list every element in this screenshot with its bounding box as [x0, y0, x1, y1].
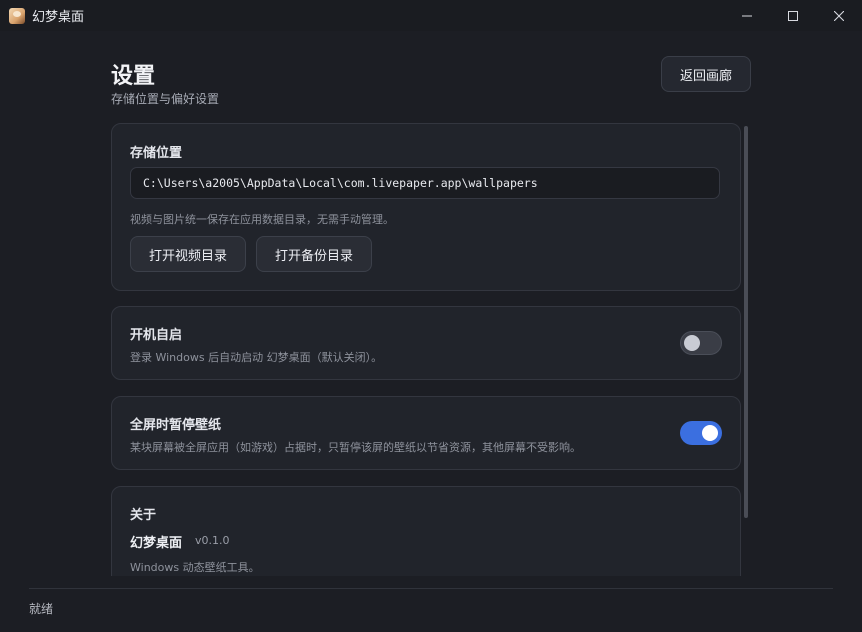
fullscreen-pause-toggle[interactable] [680, 421, 722, 445]
toggle-knob [702, 425, 718, 441]
back-to-gallery-button[interactable]: 返回画廊 [661, 56, 751, 92]
close-icon[interactable] [816, 0, 862, 31]
storage-title: 存储位置 [130, 146, 183, 161]
status-divider [29, 588, 833, 589]
minimize-icon[interactable] [724, 0, 770, 31]
storage-path-field[interactable]: C:\Users\a2005\AppData\Local\com.livepap… [130, 167, 720, 199]
storage-card: 存储位置 C:\Users\a2005\AppData\Local\com.li… [111, 123, 741, 291]
page-subtitle: 存储位置与偏好设置 [111, 92, 220, 106]
status-text: 就绪 [29, 602, 54, 616]
fullscreen-pause-title: 全屏时暂停壁纸 [130, 418, 222, 433]
open-backup-folder-button[interactable]: 打开备份目录 [256, 236, 372, 272]
about-card: 关于 幻梦桌面 v0.1.0 Windows 动态壁纸工具。 [111, 486, 741, 576]
about-desc: Windows 动态壁纸工具。 [130, 561, 260, 574]
fullscreen-pause-card: 全屏时暂停壁纸 某块屏幕被全屏应用（如游戏）占据时，只暂停该屏的壁纸以节省资源，… [111, 396, 741, 470]
settings-scroll-area: 存储位置 C:\Users\a2005\AppData\Local\com.li… [111, 123, 741, 576]
page-title: 设置 [111, 64, 156, 89]
autostart-toggle[interactable] [680, 331, 722, 355]
autostart-desc: 登录 Windows 后自动启动 幻梦桌面（默认关闭）。 [130, 351, 383, 364]
about-app-name: 幻梦桌面 [130, 536, 183, 551]
autostart-title: 开机自启 [130, 328, 183, 343]
maximize-icon[interactable] [770, 0, 816, 31]
fullscreen-pause-desc: 某块屏幕被全屏应用（如游戏）占据时，只暂停该屏的壁纸以节省资源，其他屏幕不受影响… [130, 441, 581, 454]
scrollbar-thumb[interactable] [744, 126, 748, 518]
about-version: v0.1.0 [195, 534, 230, 547]
app-logo-icon [9, 7, 25, 24]
window-title: 幻梦桌面 [32, 10, 85, 25]
about-title: 关于 [130, 508, 157, 523]
autostart-card: 开机自启 登录 Windows 后自动启动 幻梦桌面（默认关闭）。 [111, 306, 741, 380]
storage-note: 视频与图片统一保存在应用数据目录，无需手动管理。 [130, 213, 394, 226]
title-bar: 幻梦桌面 [0, 0, 862, 31]
window-controls [724, 0, 862, 31]
open-video-folder-button[interactable]: 打开视频目录 [130, 236, 246, 272]
toggle-knob [684, 335, 700, 351]
